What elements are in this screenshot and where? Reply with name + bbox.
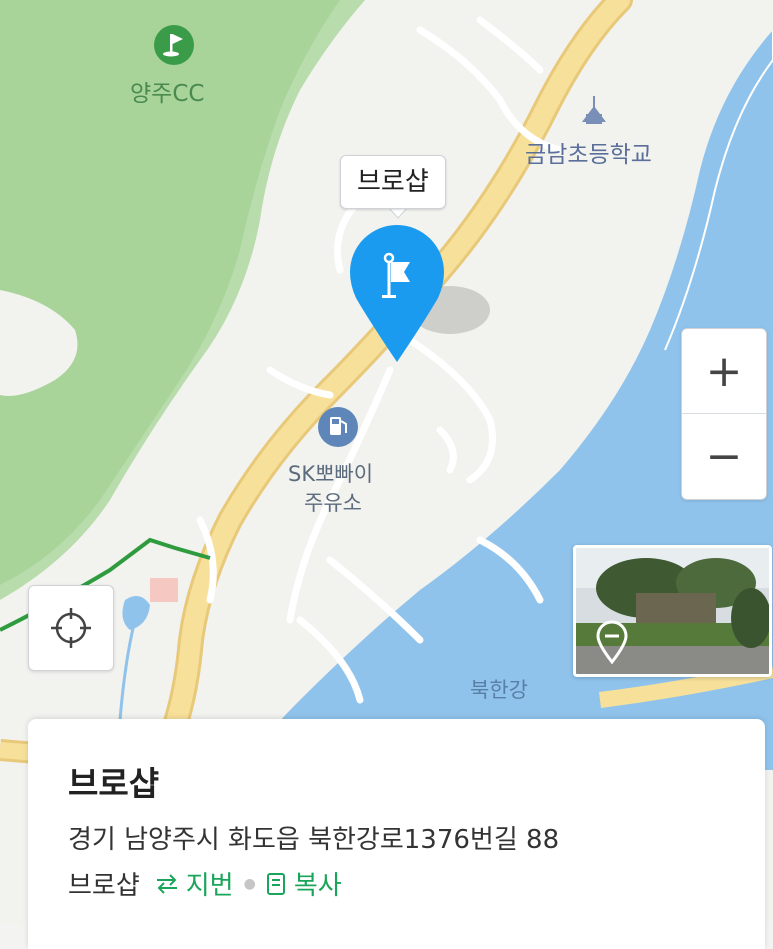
- place-title: 브로샵: [68, 764, 160, 803]
- zoom-control: + −: [681, 328, 767, 500]
- copy-icon: [266, 872, 285, 895]
- place-subname: 브로샵: [68, 871, 140, 901]
- zoom-in-button[interactable]: +: [682, 329, 766, 413]
- poi-gas-label[interactable]: SK뽀빠이: [288, 458, 373, 488]
- golf-icon: [154, 25, 194, 65]
- poi-golf-label[interactable]: 양주CC: [130, 74, 204, 108]
- place-address: 경기 남양주시 화도읍 북한강로1376번길 88: [68, 825, 560, 855]
- copy-label: 복사: [293, 871, 342, 901]
- pin-label-tooltip[interactable]: 브로샵: [340, 155, 446, 209]
- current-location-button[interactable]: [28, 585, 114, 671]
- street-view-pin-icon: [596, 620, 628, 664]
- crosshair-icon: [51, 608, 91, 648]
- poi-gas-label-line2[interactable]: 주유소: [304, 487, 362, 517]
- poi-school-label[interactable]: 금남초등학교: [525, 135, 652, 169]
- zoom-out-button[interactable]: −: [682, 413, 766, 498]
- jibun-label: 지번: [185, 871, 234, 901]
- jibun-toggle-button[interactable]: 지번: [154, 865, 234, 902]
- river-label: 북한강: [470, 678, 528, 702]
- gas-station-icon: [318, 407, 358, 447]
- swap-icon: [156, 873, 177, 894]
- street-view-thumbnail[interactable]: [573, 545, 772, 677]
- separator-dot: ●: [243, 875, 256, 892]
- address-actions-row: 브로샵 지번 ● 복사: [68, 865, 342, 902]
- copy-address-button[interactable]: 복사: [266, 865, 342, 902]
- place-info-card[interactable]: 브로샵 경기 남양주시 화도읍 북한강로1376번길 88 브로샵 지번 ● 복…: [28, 719, 765, 949]
